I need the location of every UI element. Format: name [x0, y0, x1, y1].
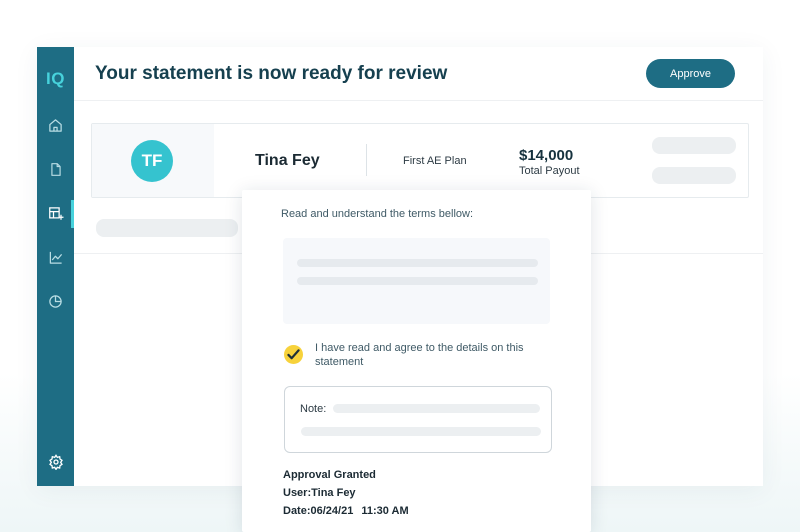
active-nav-indicator: [71, 200, 74, 228]
pie-chart-icon[interactable]: [46, 292, 65, 311]
gear-icon[interactable]: [46, 452, 65, 471]
user-label: User:: [283, 487, 312, 499]
note-label: Note:: [300, 403, 327, 415]
skeleton-line: [301, 427, 541, 436]
page-header: Your statement is now ready for review A…: [74, 47, 763, 101]
sidebar: IQ: [37, 47, 74, 486]
card-divider: [366, 144, 367, 176]
document-icon[interactable]: [46, 160, 65, 179]
approval-status: Approval Granted: [283, 469, 376, 481]
home-icon[interactable]: [46, 116, 65, 135]
rep-name: Tina Fey: [255, 152, 320, 169]
page-title: Your statement is now ready for review: [95, 63, 448, 84]
skeleton-line: [297, 277, 538, 285]
payout-amount: $14,000: [519, 147, 574, 164]
approval-date-row: Date: 06/24/21 11:30 AM: [283, 502, 409, 520]
user-value: Tina Fey: [311, 487, 356, 499]
approval-user-row: User: Tina Fey: [283, 484, 409, 502]
approval-popup: Read and understand the terms bellow: I …: [242, 190, 591, 532]
payout-label: Total Payout: [519, 165, 580, 177]
line-chart-icon[interactable]: [46, 248, 65, 267]
skeleton-line: [297, 259, 538, 267]
terms-heading: Read and understand the terms bellow:: [281, 208, 474, 220]
date-label: Date:: [283, 505, 311, 517]
app-logo[interactable]: IQ: [37, 69, 74, 89]
table-add-icon[interactable]: [46, 204, 65, 223]
note-field[interactable]: Note:: [284, 386, 552, 453]
avatar-area: TF: [92, 124, 214, 197]
statement-card[interactable]: TF Tina Fey First AE Plan $14,000 Total …: [91, 123, 749, 198]
approval-details: Approval Granted User: Tina Fey Date: 06…: [283, 466, 409, 520]
checkmark-icon: [287, 349, 300, 360]
skeleton-line: [333, 404, 540, 413]
date-value: 06/24/21: [310, 505, 354, 517]
skeleton-placeholder: [652, 137, 736, 154]
plan-name: First AE Plan: [403, 155, 467, 167]
skeleton-placeholder: [96, 219, 238, 237]
agree-label[interactable]: I have read and agree to the details on …: [315, 341, 550, 369]
time-value: 11:30 AM: [361, 505, 409, 517]
agree-checkbox[interactable]: [284, 345, 303, 364]
avatar: TF: [131, 140, 173, 182]
terms-box: [283, 238, 550, 324]
skeleton-placeholder: [652, 167, 736, 184]
approve-button[interactable]: Approve: [646, 59, 735, 88]
